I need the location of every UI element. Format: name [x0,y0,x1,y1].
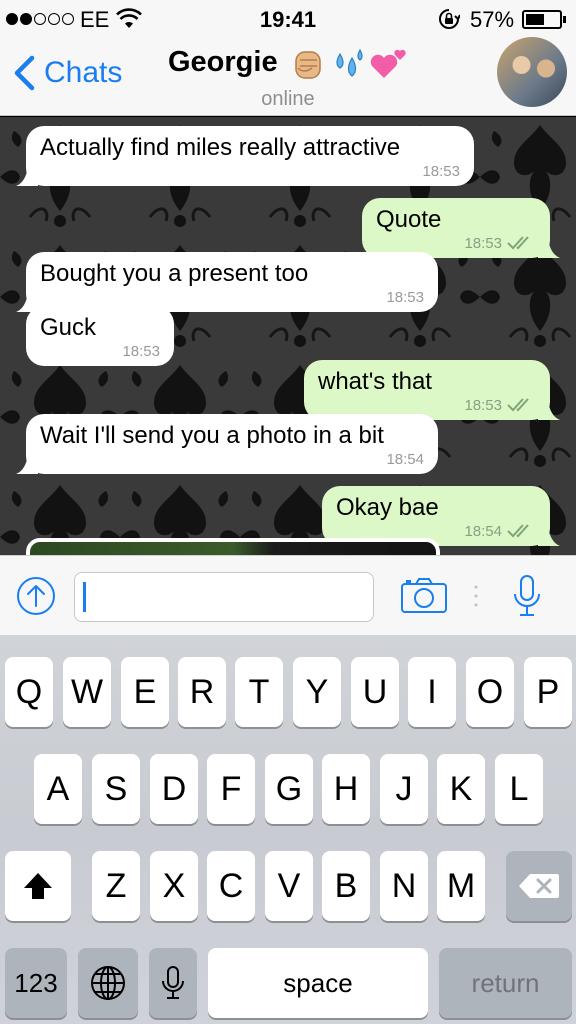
bubble-tail [538,238,560,258]
share-upload-icon[interactable] [16,576,56,616]
message-bubble-incoming[interactable]: Wait I'll send you a photo in a bit 18:5… [16,414,438,474]
message-time: 18:53 [464,235,502,252]
message-time: 18:54 [386,451,424,468]
key-p[interactable]: P [524,657,572,727]
key-n[interactable]: N [380,851,428,921]
message-time: 18:54 [464,523,502,540]
key-w[interactable]: W [63,657,111,727]
battery-icon [522,10,566,29]
key-i[interactable]: I [408,657,456,727]
separator-dots [474,585,478,607]
bubble-tail [538,526,560,546]
key-s[interactable]: S [92,754,140,824]
microphone-icon[interactable] [512,574,542,618]
dictation-key[interactable] [149,948,197,1018]
key-b[interactable]: B [322,851,370,921]
message-bubble-outgoing[interactable]: what's that 18:53 [304,360,560,420]
key-d[interactable]: D [150,754,198,824]
key-o[interactable]: O [466,657,514,727]
conversation-view[interactable]: Actually find miles really attractive 18… [0,117,576,555]
battery-percentage: 57% [470,7,515,32]
return-key[interactable]: return [439,948,572,1018]
globe-icon [91,966,125,1000]
key-l[interactable]: L [495,754,543,824]
key-u[interactable]: U [351,657,399,727]
key-g[interactable]: G [265,754,313,824]
battery-nub [563,16,566,23]
raised-fist-emoji [295,51,321,79]
bubble-tail [538,400,560,420]
contact-avatar[interactable] [497,37,567,107]
message-time: 18:53 [386,289,424,306]
key-f[interactable]: F [207,754,255,824]
key-x[interactable]: X [150,851,198,921]
chevron-left-icon [14,55,35,91]
space-key[interactable]: space [208,948,428,1018]
message-text: Wait I'll send you a photo in a bit [40,422,384,449]
chat-header: Chats Georgie online [0,37,576,116]
key-k[interactable]: K [437,754,485,824]
key-y[interactable]: Y [293,657,341,727]
back-label: Chats [44,56,123,89]
key-a[interactable]: A [34,754,82,824]
key-q[interactable]: Q [5,657,53,727]
shift-icon [24,873,52,899]
key-m[interactable]: M [437,851,485,921]
key-e[interactable]: E [121,657,169,727]
compose-bar [0,555,576,635]
bubble-tail [16,454,38,474]
message-text: what's that [318,368,432,395]
battery-fill [526,14,545,25]
message-bubble-incoming[interactable]: Guck 18:53 [26,306,174,366]
onscreen-keyboard: Q W E R T Y U I O P A S D F G H J K L Z … [0,635,576,1024]
growing-heart-emoji [370,49,406,78]
key-t[interactable]: T [235,657,283,727]
message-time: 18:53 [464,397,502,414]
message-bubble-incoming[interactable]: Bought you a present too 18:53 [16,252,438,312]
message-bubble-outgoing[interactable]: Okay bae 18:54 [322,486,560,546]
presence-status: online [261,88,315,110]
message-text: Actually find miles really attractive [40,134,401,161]
numbers-key[interactable]: 123 [5,948,67,1018]
key-v[interactable]: V [265,851,313,921]
status-bar: EE 19:41 57% [0,0,576,40]
contact-name[interactable]: Georgie [168,46,278,79]
message-text: Okay bae [336,494,439,521]
read-ticks-icon [507,524,529,538]
read-ticks-icon [507,236,529,250]
microphone-icon [162,966,184,999]
message-bubble-outgoing[interactable]: Quote 18:53 [362,198,560,258]
message-bubble-incoming[interactable]: Actually find miles really attractive 18… [16,126,474,186]
key-r[interactable]: R [178,657,226,727]
message-text: Guck [40,314,97,341]
photo-message-preview[interactable] [26,538,440,555]
key-z[interactable]: Z [92,851,140,921]
text-caret [83,582,86,612]
rotation-lock-icon [439,9,460,29]
message-time: 18:53 [422,163,460,180]
read-ticks-icon [507,398,529,412]
sweat-droplets-emoji [336,48,363,77]
delete-key[interactable] [506,851,572,921]
shift-key[interactable] [5,851,71,921]
message-input[interactable] [74,572,374,622]
key-j[interactable]: J [380,754,428,824]
bubble-tail [16,166,38,186]
key-c[interactable]: C [207,851,255,921]
message-time: 18:53 [122,343,160,360]
camera-icon[interactable] [400,576,448,614]
back-button[interactable]: Chats [12,54,122,92]
message-text: Bought you a present too [40,260,309,287]
key-h[interactable]: H [322,754,370,824]
globe-key[interactable] [78,948,138,1018]
backspace-icon [519,874,559,898]
message-text: Quote [376,206,442,233]
